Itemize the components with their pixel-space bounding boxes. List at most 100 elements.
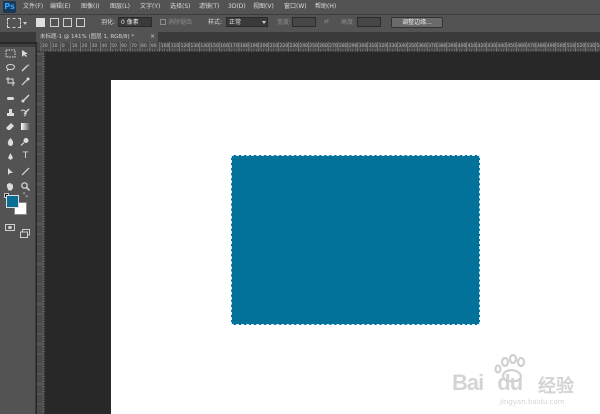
marquee-icon[interactable] [5,49,16,58]
add-selection-icon[interactable] [50,18,59,27]
ruler-tick-label: 10 [72,43,78,49]
tool-preset-icon[interactable] [7,18,21,28]
ruler-tick-label: 120 [181,43,190,49]
ruler-tick-label: 100 [161,43,170,49]
crop-icon[interactable] [5,77,16,86]
style-select-value: 正常 [229,19,242,26]
ruler-tick-label: 210 [270,43,279,49]
ruler-tick-label: 200 [260,43,269,49]
history-brush-icon[interactable] [20,108,31,117]
menu-3d[interactable]: 3D(D) [228,2,246,12]
dodge-icon[interactable] [20,137,31,146]
ruler-tick-label: 90 [151,43,157,49]
ruler-tick-label: 110 [171,43,180,49]
blur-icon[interactable] [5,137,16,146]
width-label: 宽度: [277,19,292,26]
gradient-icon[interactable] [20,122,31,131]
brush-icon[interactable] [20,94,31,103]
ruler-tick-label: 350 [408,43,417,49]
ruler-tick-label: 520 [577,43,586,49]
ruler-tick-label: 250 [309,43,318,49]
magic-wand-icon[interactable] [20,63,31,72]
document-tab[interactable]: 未标题-1 @ 141% (图层 1, RGB/8) * [36,32,158,42]
eraser-icon[interactable] [5,122,16,131]
ruler-tick-label: 430 [488,43,497,49]
ruler-tick-label: 80 [141,43,147,49]
ruler-tick-label: 50 [111,43,117,49]
menu-select[interactable]: 选择(S) [170,2,191,12]
chevron-down-icon[interactable] [23,22,27,25]
quick-mask-icon[interactable] [5,224,15,231]
menu-file[interactable]: 文件(F) [23,2,43,12]
baidu-watermark: Bai du 经验 jingyan.baidu.com [452,350,592,410]
vertical-ruler[interactable] [37,52,45,414]
swap-colors-icon[interactable]: ⤡ [23,193,28,199]
type-icon[interactable]: T [20,152,31,161]
ruler-tick-label: 500 [557,43,566,49]
feather-input[interactable]: 0 像素 [118,17,152,27]
width-input[interactable] [292,17,316,27]
intersect-selection-icon[interactable] [76,18,85,27]
photoshop-logo: Ps [3,1,16,13]
menu-bar: Ps 文件(F) 编辑(E) 图像(I) 图层(L) 文字(Y) 选择(S) 滤… [0,0,600,14]
menu-window[interactable]: 窗口(W) [284,2,307,12]
ruler-tick-label: 400 [458,43,467,49]
healing-brush-icon[interactable] [5,94,16,103]
ruler-tick-label: 470 [527,43,536,49]
eyedropper-icon[interactable] [20,77,31,86]
swap-dimensions-icon[interactable]: ⇄ [324,19,332,25]
ruler-tick-label: 480 [537,43,546,49]
horizontal-ruler[interactable]: 20 10 0 10 20 30 40 50 60 70 80 90 100 110 120 130 140 15… [37,42,600,52]
menu-edit[interactable]: 编辑(E) [50,2,70,12]
subtract-selection-icon[interactable] [63,18,72,27]
rectangle-selection[interactable] [231,155,480,325]
antialias-label: 消除锯齿 [168,19,193,26]
foreground-color-swatch[interactable] [6,195,19,208]
height-label: 高度: [341,19,356,26]
watermark-brand: Bai du [452,370,523,395]
menu-view[interactable]: 视图(V) [253,2,274,12]
lasso-icon[interactable] [5,63,16,72]
menu-layer[interactable]: 图层(L) [110,2,130,12]
ruler-tick-label: 310 [369,43,378,49]
menu-help[interactable]: 帮助(H) [315,2,336,12]
hand-icon[interactable] [5,182,16,191]
path-selection-icon[interactable] [5,167,16,176]
feather-label: 羽化: [101,19,116,26]
ruler-tick-label: 450 [507,43,516,49]
clone-stamp-icon[interactable] [5,108,16,117]
line-icon[interactable] [20,167,31,176]
menu-image[interactable]: 图像(I) [81,2,99,12]
menu-filter[interactable]: 滤镜(T) [199,2,219,12]
panel-grip[interactable] [0,44,35,47]
pen-icon[interactable] [5,152,16,161]
ruler-tick-label: 130 [191,43,200,49]
style-select[interactable]: 正常 [226,17,268,27]
move-icon[interactable] [20,49,31,58]
new-selection-icon[interactable] [36,18,45,27]
screen-mode-icon[interactable] [20,223,30,238]
ruler-tick-label: 10 [52,43,58,49]
height-input[interactable] [357,17,381,27]
ruler-tick-label: 170 [230,43,239,49]
ruler-tick-label: 230 [290,43,299,49]
zoom-icon[interactable] [20,182,31,191]
ruler-tick-label: 440 [497,43,506,49]
ruler-tick-label: 390 [448,43,457,49]
style-label: 样式: [208,19,223,26]
ruler-tick-label: 190 [250,43,259,49]
ruler-tick-label: 70 [131,43,137,49]
menu-type[interactable]: 文字(Y) [140,2,160,12]
ruler-tick-label: 40 [101,43,107,49]
close-icon[interactable]: × [150,32,155,42]
ruler-tick-label: 540 [596,43,600,49]
ruler-tick-label: 260 [319,43,328,49]
ruler-tick-label: 380 [438,43,447,49]
chevron-down-icon [262,21,266,24]
ruler-tick-label: 370 [428,43,437,49]
refine-edge-button[interactable]: 调整边缘... [391,17,443,28]
ruler-tick-label: 220 [280,43,289,49]
ruler-tick-label: 340 [398,43,407,49]
ruler-tick-label: 20 [42,43,48,49]
antialias-checkbox[interactable] [160,19,166,25]
